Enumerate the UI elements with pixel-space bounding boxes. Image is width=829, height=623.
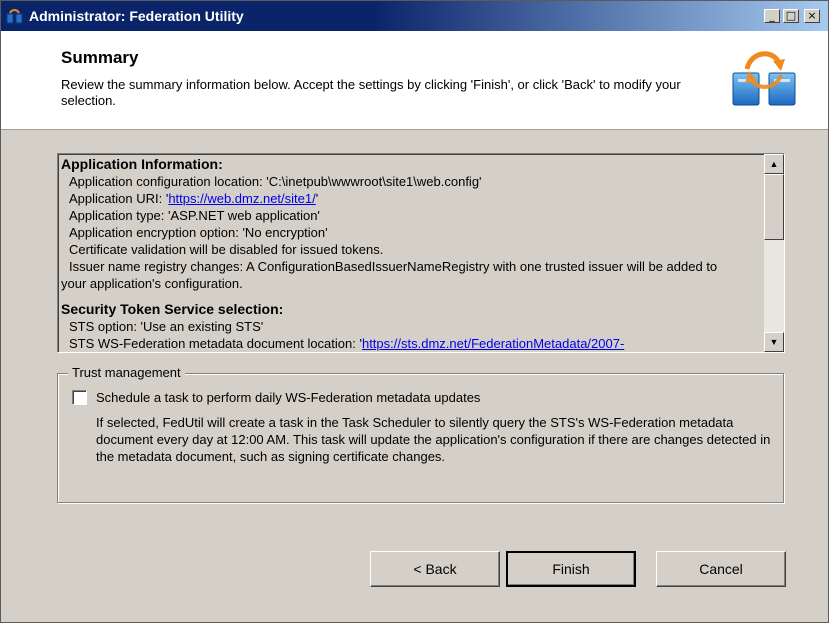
wizard-header: Summary Review the summary information b…	[1, 31, 828, 130]
window-title: Administrator: Federation Utility	[29, 8, 244, 24]
scroll-down-button[interactable]: ▼	[764, 332, 784, 352]
title-bar: Administrator: Federation Utility _ □ ×	[1, 1, 828, 31]
page-title: Summary	[61, 48, 139, 67]
application-info-heading: Application Information:	[61, 156, 223, 172]
metadata-prefix: STS WS-Federation metadata document loca…	[69, 336, 362, 351]
schedule-task-description: If selected, FedUtil will create a task …	[96, 415, 771, 464]
sts-option-line: STS option: 'Use an existing STS'	[69, 319, 264, 334]
application-type-line: Application type: 'ASP.NET web applicati…	[69, 208, 320, 223]
sts-metadata-link[interactable]: https://sts.dmz.net/FederationMetadata/2…	[362, 336, 624, 351]
minimize-button[interactable]: _	[764, 9, 780, 23]
trust-management-group: Trust management Schedule a task to perf…	[57, 365, 784, 503]
summary-scrollbar[interactable]: ▲ ▼	[764, 154, 784, 352]
federation-utility-window: Administrator: Federation Utility _ □ × …	[0, 0, 829, 623]
cancel-button[interactable]: Cancel	[656, 551, 786, 587]
sts-metadata-line: STS WS-Federation metadata document loca…	[61, 335, 761, 352]
summary-content: Application Information: Application con…	[61, 156, 761, 352]
summary-text-box[interactable]: Application Information: Application con…	[57, 153, 785, 353]
config-location-line: Application configuration location: 'C:\…	[69, 174, 482, 189]
trust-management-legend: Trust management	[68, 365, 185, 380]
sts-selection-heading: Security Token Service selection:	[61, 301, 284, 317]
maximize-button[interactable]: □	[783, 9, 799, 23]
certificate-validation-line: Certificate validation will be disabled …	[69, 242, 384, 257]
app-icon	[6, 9, 23, 24]
federation-icon	[732, 51, 796, 106]
finish-button[interactable]: Finish	[506, 551, 636, 587]
application-uri-line: Application URI: 'https://web.dmz.net/si…	[61, 190, 761, 207]
application-uri-link[interactable]: https://web.dmz.net/site1/	[168, 191, 315, 206]
uri-suffix: '	[315, 191, 319, 206]
close-button[interactable]: ×	[804, 9, 820, 23]
schedule-task-checkbox[interactable]	[72, 390, 87, 405]
schedule-task-label[interactable]: Schedule a task to perform daily WS-Fede…	[96, 390, 480, 405]
scroll-up-button[interactable]: ▲	[764, 154, 784, 174]
uri-prefix: Application URI: '	[69, 191, 169, 206]
back-button[interactable]: < Back	[370, 551, 500, 587]
scroll-thumb[interactable]	[764, 174, 784, 240]
page-description: Review the summary information below. Ac…	[61, 77, 681, 108]
issuer-registry-line-cont: your application's configuration.	[61, 276, 243, 291]
issuer-registry-line: Issuer name registry changes: A Configur…	[69, 259, 718, 274]
encryption-option-line: Application encryption option: 'No encry…	[69, 225, 328, 240]
